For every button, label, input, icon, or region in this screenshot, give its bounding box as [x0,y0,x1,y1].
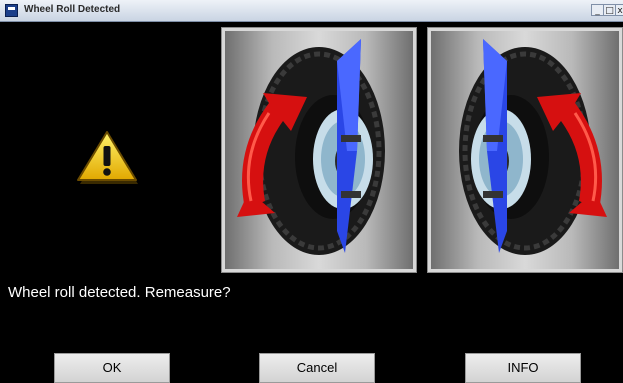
info-button[interactable]: INFO [465,353,581,383]
wheel-roll-left-image [221,27,417,273]
message-text: Wheel roll detected. Remeasure? [8,284,231,301]
app-icon [5,4,18,17]
warning-icon [72,128,142,188]
close-button[interactable]: x [615,4,623,16]
window-title: Wheel Roll Detected [24,4,121,15]
wheel-roll-right-image [427,27,623,273]
dialog-window: Wheel Roll Detected _ □ x Wheel roll det… [0,0,623,383]
ok-button[interactable]: OK [54,353,170,383]
title-bar[interactable]: Wheel Roll Detected _ □ x [0,0,623,22]
cancel-button[interactable]: Cancel [259,353,375,383]
